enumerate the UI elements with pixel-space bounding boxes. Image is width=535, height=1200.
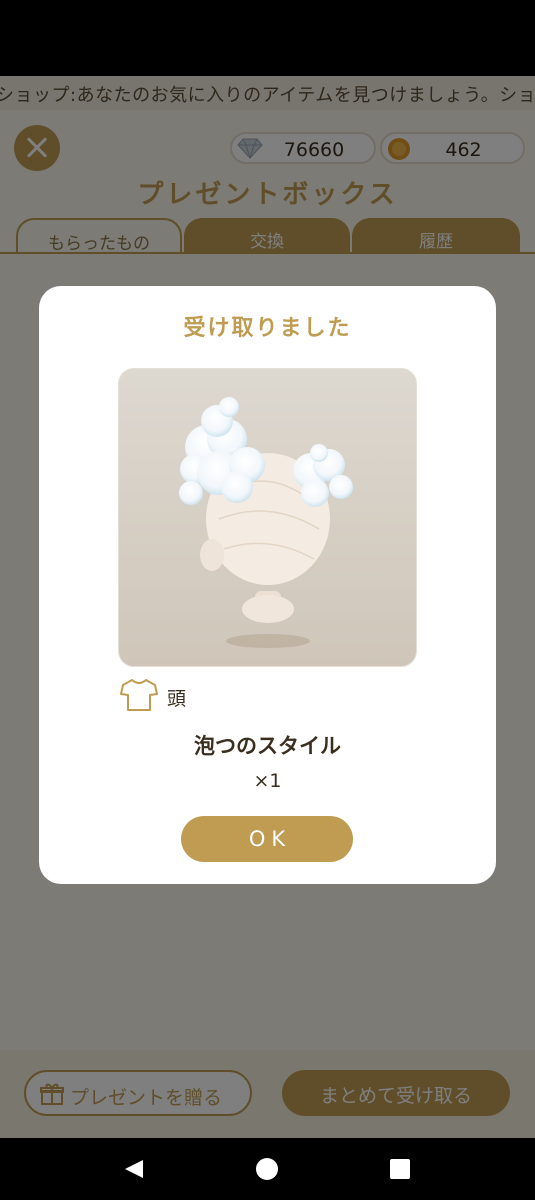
ok-button[interactable]: OK [181, 816, 353, 862]
present-box-screen: ショップ:あなたのお気に入りのアイテムを見つけましょう。ショップの 76660 … [0, 76, 535, 1138]
item-quantity: ×1 [253, 770, 282, 792]
foam-hair-item-image [179, 397, 353, 648]
item-name: 泡つのスタイル [194, 734, 341, 758]
received-dialog: 受け取りました 頭 泡つのスタイル ×1 OK [39, 286, 496, 884]
recent-square-icon[interactable] [390, 1159, 410, 1179]
system-navigation-bar [0, 1138, 535, 1200]
home-circle-icon[interactable] [256, 1158, 278, 1180]
back-triangle-icon[interactable] [123, 1158, 145, 1180]
shirt-icon [120, 679, 158, 711]
item-preview [118, 368, 417, 667]
dialog-title: 受け取りました [183, 316, 352, 341]
category-label: 頭 [167, 688, 187, 710]
status-bar [0, 0, 535, 76]
